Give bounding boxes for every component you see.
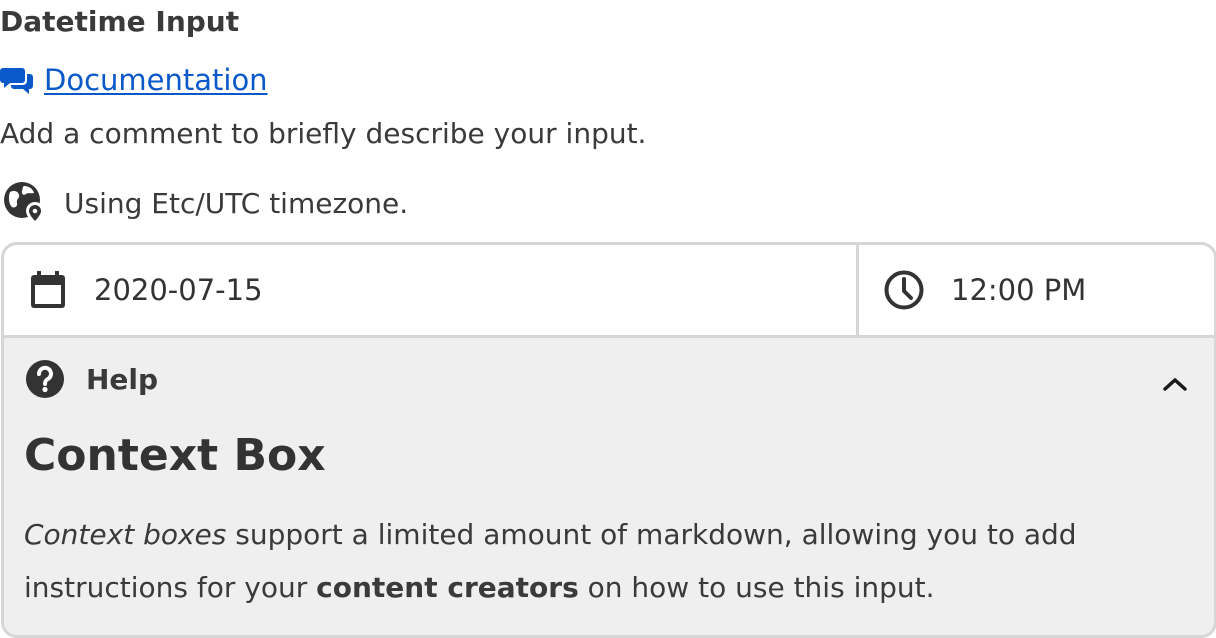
timezone-note: Using Etc/UTC timezone.: [2, 180, 408, 226]
context-body-text-2: on how to use this input.: [578, 571, 935, 604]
help-label: Help: [86, 362, 159, 396]
question-circle-icon: [24, 358, 66, 400]
context-box-body: Context boxes support a limited amount o…: [24, 508, 1184, 614]
help-panel: Help Context Box Context boxes support a…: [4, 338, 1214, 635]
datetime-inputs-row: 2020-07-15 12:00 PM: [4, 245, 1214, 338]
documentation-link[interactable]: Documentation: [0, 63, 268, 97]
context-body-strong: content creators: [316, 571, 579, 604]
date-value: 2020-07-15: [94, 273, 263, 307]
field-comment: Add a comment to briefly describe your i…: [0, 117, 647, 150]
datetime-input-group: 2020-07-15 12:00 PM Help Context Box Con…: [1, 242, 1216, 638]
documentation-link-text: Documentation: [44, 63, 268, 97]
date-input[interactable]: 2020-07-15: [4, 245, 859, 335]
calendar-icon: [28, 270, 68, 310]
context-box-title: Context Box: [24, 430, 326, 481]
globe-pin-icon: [2, 180, 48, 226]
help-toggle[interactable]: Help: [24, 358, 158, 400]
context-body-emphasis: Context boxes: [24, 518, 227, 551]
datetime-field-title: Datetime Input: [0, 5, 240, 38]
timezone-note-text: Using Etc/UTC timezone.: [64, 186, 409, 220]
time-input[interactable]: 12:00 PM: [859, 245, 1214, 335]
collapse-help-button[interactable]: [1160, 372, 1190, 396]
chat-bubbles-icon: [0, 64, 36, 96]
time-value: 12:00 PM: [951, 273, 1087, 307]
chevron-up-icon: [1160, 378, 1190, 400]
clock-icon: [883, 269, 925, 311]
